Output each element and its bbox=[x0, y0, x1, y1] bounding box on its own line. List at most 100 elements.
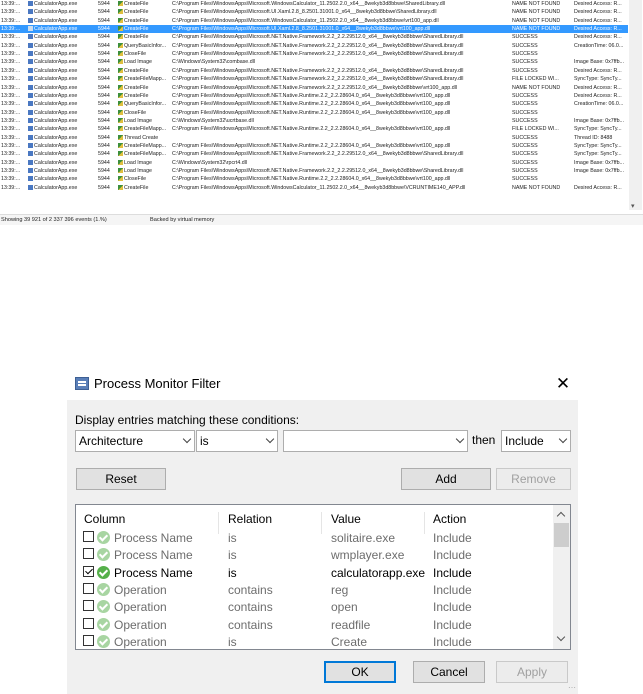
event-detail: Thread ID: 8488 bbox=[574, 134, 613, 141]
event-detail: Image Base: 0x7ffb... bbox=[574, 159, 624, 166]
event-row[interactable]: 13:39:... CalculatorApp.exe 5944 CreateFile… bbox=[0, 184, 628, 192]
event-row[interactable]: 13:39:... CalculatorApp.exe 5944 Load Image… bbox=[0, 159, 628, 167]
event-row[interactable]: 13:39:... CalculatorApp.exe 5944 QueryBasic… bbox=[0, 100, 628, 108]
conditions-label: Display entries matching these condition… bbox=[75, 413, 300, 427]
event-log-scrollbar[interactable]: ▾ bbox=[629, 0, 642, 210]
event-row[interactable]: 13:39:... CalculatorApp.exe 5944 CreateFile… bbox=[0, 33, 628, 41]
event-detail: Image Base: 0x7ffb... bbox=[574, 168, 624, 174]
action-dropdown[interactable]: Include bbox=[501, 430, 571, 452]
event-row[interactable]: 13:39:... CalculatorApp.exe 5944 CloseFile C… bbox=[0, 50, 628, 58]
event-row[interactable]: 13:39:... CalculatorApp.exe 5944 CreateFile… bbox=[0, 0, 628, 8]
event-row[interactable]: 13:39:... CalculatorApp.exe 5944 CreateFile… bbox=[0, 8, 628, 16]
reset-button[interactable]: Reset bbox=[76, 468, 166, 490]
filter-row[interactable]: Operation contains readfile Include bbox=[76, 617, 554, 634]
event-path: C:\Program Files\WindowsApps\Microsoft.W… bbox=[172, 184, 466, 191]
column-header-column[interactable]: Column bbox=[84, 512, 125, 526]
add-button[interactable]: Add bbox=[401, 468, 491, 490]
filter-enabled-checkbox[interactable] bbox=[83, 617, 94, 629]
event-row[interactable]: 13:39:... CalculatorApp.exe 5944 CreateFile… bbox=[0, 84, 628, 92]
remove-button[interactable]: Remove bbox=[496, 468, 571, 490]
dialog-titlebar[interactable]: Process Monitor Filter ✕ bbox=[67, 368, 578, 400]
event-row[interactable]: 13:39:... CalculatorApp.exe 5944 CreateFile… bbox=[0, 150, 628, 158]
event-detail: Desired Access: R... bbox=[574, 67, 622, 74]
filter-row[interactable]: Process Name is solitaire.exe Include bbox=[76, 530, 554, 547]
event-row[interactable]: 13:39:... CalculatorApp.exe 5944 CreateFile… bbox=[0, 75, 628, 83]
event-operation: CreateFile bbox=[118, 0, 170, 8]
event-row[interactable]: 13:39:... CalculatorApp.exe 5944 CreateFile… bbox=[0, 25, 628, 34]
event-row[interactable]: 13:39:... CalculatorApp.exe 5944 CreateFile… bbox=[0, 92, 628, 100]
event-result: SUCCESS bbox=[512, 34, 538, 41]
scroll-down-icon[interactable] bbox=[556, 632, 566, 642]
dialog-title: Process Monitor Filter bbox=[94, 376, 221, 391]
filter-action: Include bbox=[433, 582, 472, 597]
event-result: NAME NOT FOUND bbox=[512, 17, 561, 24]
operation-icon bbox=[118, 1, 123, 6]
event-process: CalculatorApp.exe bbox=[28, 8, 96, 16]
filter-enabled-checkbox[interactable] bbox=[83, 634, 94, 646]
filter-enabled-checkbox[interactable] bbox=[83, 548, 94, 560]
event-row[interactable]: 13:39:... CalculatorApp.exe 5944 CreateFile… bbox=[0, 125, 628, 133]
process-icon bbox=[28, 142, 33, 148]
column-header-action[interactable]: Action bbox=[433, 512, 466, 526]
filter-row[interactable]: Operation contains open Include bbox=[76, 599, 554, 616]
scroll-down-icon[interactable]: ▾ bbox=[631, 202, 635, 210]
resize-grip-icon[interactable]: ⋯ bbox=[568, 683, 576, 692]
event-result: NAME NOT FOUND bbox=[512, 84, 561, 91]
event-row[interactable]: 13:39:... CalculatorApp.exe 5944 Load Image… bbox=[0, 117, 628, 125]
process-icon bbox=[28, 184, 33, 190]
scroll-up-icon[interactable] bbox=[556, 511, 566, 521]
close-button[interactable]: ✕ bbox=[550, 371, 576, 397]
event-operation: QueryBasicInfor... bbox=[118, 100, 170, 108]
event-row[interactable]: 13:39:... CalculatorApp.exe 5944 CloseFile C… bbox=[0, 175, 628, 183]
event-time: 13:39:... bbox=[1, 51, 21, 58]
event-path: C:\Program Files\WindowsApps\Microsoft.N… bbox=[172, 168, 464, 174]
event-path: C:\Program Files\WindowsApps\Microsoft.N… bbox=[172, 176, 451, 183]
filter-list-scrollbar[interactable] bbox=[553, 505, 570, 649]
event-process-name: CalculatorApp.exe bbox=[34, 134, 78, 141]
filter-row[interactable]: Operation contains reg Include bbox=[76, 582, 554, 599]
event-row[interactable]: 13:39:... CalculatorApp.exe 5944 Thread Cre… bbox=[0, 134, 628, 142]
event-row[interactable]: 13:39:... CalculatorApp.exe 5944 Load Image… bbox=[0, 167, 628, 175]
event-time: 13:39:... bbox=[1, 101, 21, 108]
column-header-relation[interactable]: Relation bbox=[228, 512, 272, 526]
value-combobox[interactable] bbox=[283, 430, 468, 452]
event-time: 13:39:... bbox=[1, 142, 21, 149]
column-header-value[interactable]: Value bbox=[331, 512, 361, 526]
filter-enabled-checkbox[interactable] bbox=[83, 531, 94, 542]
filter-list[interactable]: Column Relation Value Action Process Nam… bbox=[75, 504, 571, 650]
filter-enabled-checkbox[interactable] bbox=[83, 565, 94, 577]
event-result: SUCCESS bbox=[512, 101, 538, 108]
event-operation-name: CloseFile bbox=[124, 51, 147, 58]
event-row[interactable]: 13:39:... CalculatorApp.exe 5944 CloseFile C… bbox=[0, 109, 628, 117]
event-process: CalculatorApp.exe bbox=[28, 184, 96, 192]
event-row[interactable]: 13:39:... CalculatorApp.exe 5944 QueryBasic… bbox=[0, 42, 628, 50]
include-check-icon bbox=[97, 600, 110, 614]
event-operation: CreateFile bbox=[118, 8, 170, 16]
event-row[interactable]: 13:39:... CalculatorApp.exe 5944 CreateFile… bbox=[0, 17, 628, 25]
filter-dialog: Process Monitor Filter ✕ Display entries… bbox=[67, 368, 578, 694]
filter-column: Operation bbox=[114, 600, 167, 615]
event-pid: 5944 bbox=[98, 126, 110, 133]
event-row[interactable]: 13:39:... CalculatorApp.exe 5944 CreateFile… bbox=[0, 142, 628, 150]
apply-button[interactable]: Apply bbox=[496, 661, 568, 683]
scrollbar-thumb[interactable] bbox=[554, 523, 569, 547]
attribute-dropdown[interactable]: Architecture bbox=[75, 430, 195, 452]
relation-dropdown[interactable]: is bbox=[196, 430, 278, 452]
operation-icon bbox=[118, 34, 123, 40]
event-process-name: CalculatorApp.exe bbox=[34, 26, 78, 33]
process-icon bbox=[28, 168, 33, 173]
filter-enabled-checkbox[interactable] bbox=[83, 582, 94, 594]
cancel-button[interactable]: Cancel bbox=[413, 661, 485, 683]
event-process-name: CalculatorApp.exe bbox=[34, 184, 78, 191]
event-row[interactable]: 13:39:... CalculatorApp.exe 5944 CreateFile… bbox=[0, 67, 628, 75]
include-check-icon bbox=[97, 634, 110, 648]
chevron-down-icon bbox=[265, 434, 275, 444]
filter-enabled-checkbox[interactable] bbox=[83, 600, 94, 612]
event-row[interactable]: 13:39:... CalculatorApp.exe 5944 Load Image… bbox=[0, 58, 628, 66]
ok-button[interactable]: OK bbox=[324, 661, 396, 683]
filter-row[interactable]: Process Name is wmplayer.exe Include bbox=[76, 547, 554, 564]
filter-row[interactable]: Operation is Create Include bbox=[76, 634, 554, 649]
event-process: CalculatorApp.exe bbox=[28, 109, 96, 117]
filter-row[interactable]: Process Name is calculatorapp.exe Include bbox=[76, 565, 554, 582]
action-value: Include bbox=[505, 434, 544, 448]
